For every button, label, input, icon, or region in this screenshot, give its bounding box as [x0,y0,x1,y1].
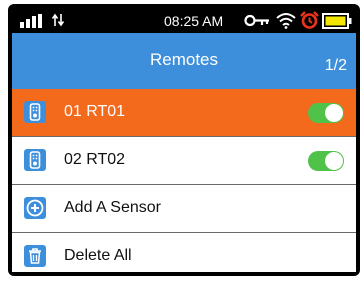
app-header: Remotes 1/2 [12,33,356,89]
remote-toggle[interactable] [308,103,344,123]
status-time: 08:25 AM [164,13,224,29]
remote-row-rt01[interactable]: 01 RT01 [12,89,356,137]
data-transfer-icon [52,13,64,27]
status-bar: 08:25 AM [12,8,356,33]
add-circle-icon [24,197,46,219]
toggle-knob [325,152,343,170]
remote-label: 02 RT02 [64,151,126,168]
remote-toggle[interactable] [308,151,344,171]
remote-label: 01 RT01 [64,103,126,120]
add-sensor-label: Add A Sensor [64,199,161,216]
trash-icon [24,245,46,267]
alarm-icon [300,11,319,29]
remote-row-rt02[interactable]: 02 RT02 [12,137,356,185]
remote-icon [24,101,46,123]
device-frame: 08:25 AM Remotes 1/2 01 RT01 02 RT02 Add… [8,4,360,276]
battery-icon [322,13,352,29]
add-sensor-button[interactable]: Add A Sensor [12,185,356,233]
wifi-icon [276,13,296,29]
key-icon [244,14,269,27]
remote-icon [24,149,46,171]
page-indicator[interactable]: 1/2 [325,57,347,75]
delete-all-label: Delete All [64,247,132,264]
screen: 08:25 AM Remotes 1/2 01 RT01 02 RT02 Add… [12,8,356,272]
page-title: Remotes [149,50,219,69]
signal-icon [20,14,42,28]
toggle-knob [325,104,343,122]
delete-all-button[interactable]: Delete All [12,233,356,272]
